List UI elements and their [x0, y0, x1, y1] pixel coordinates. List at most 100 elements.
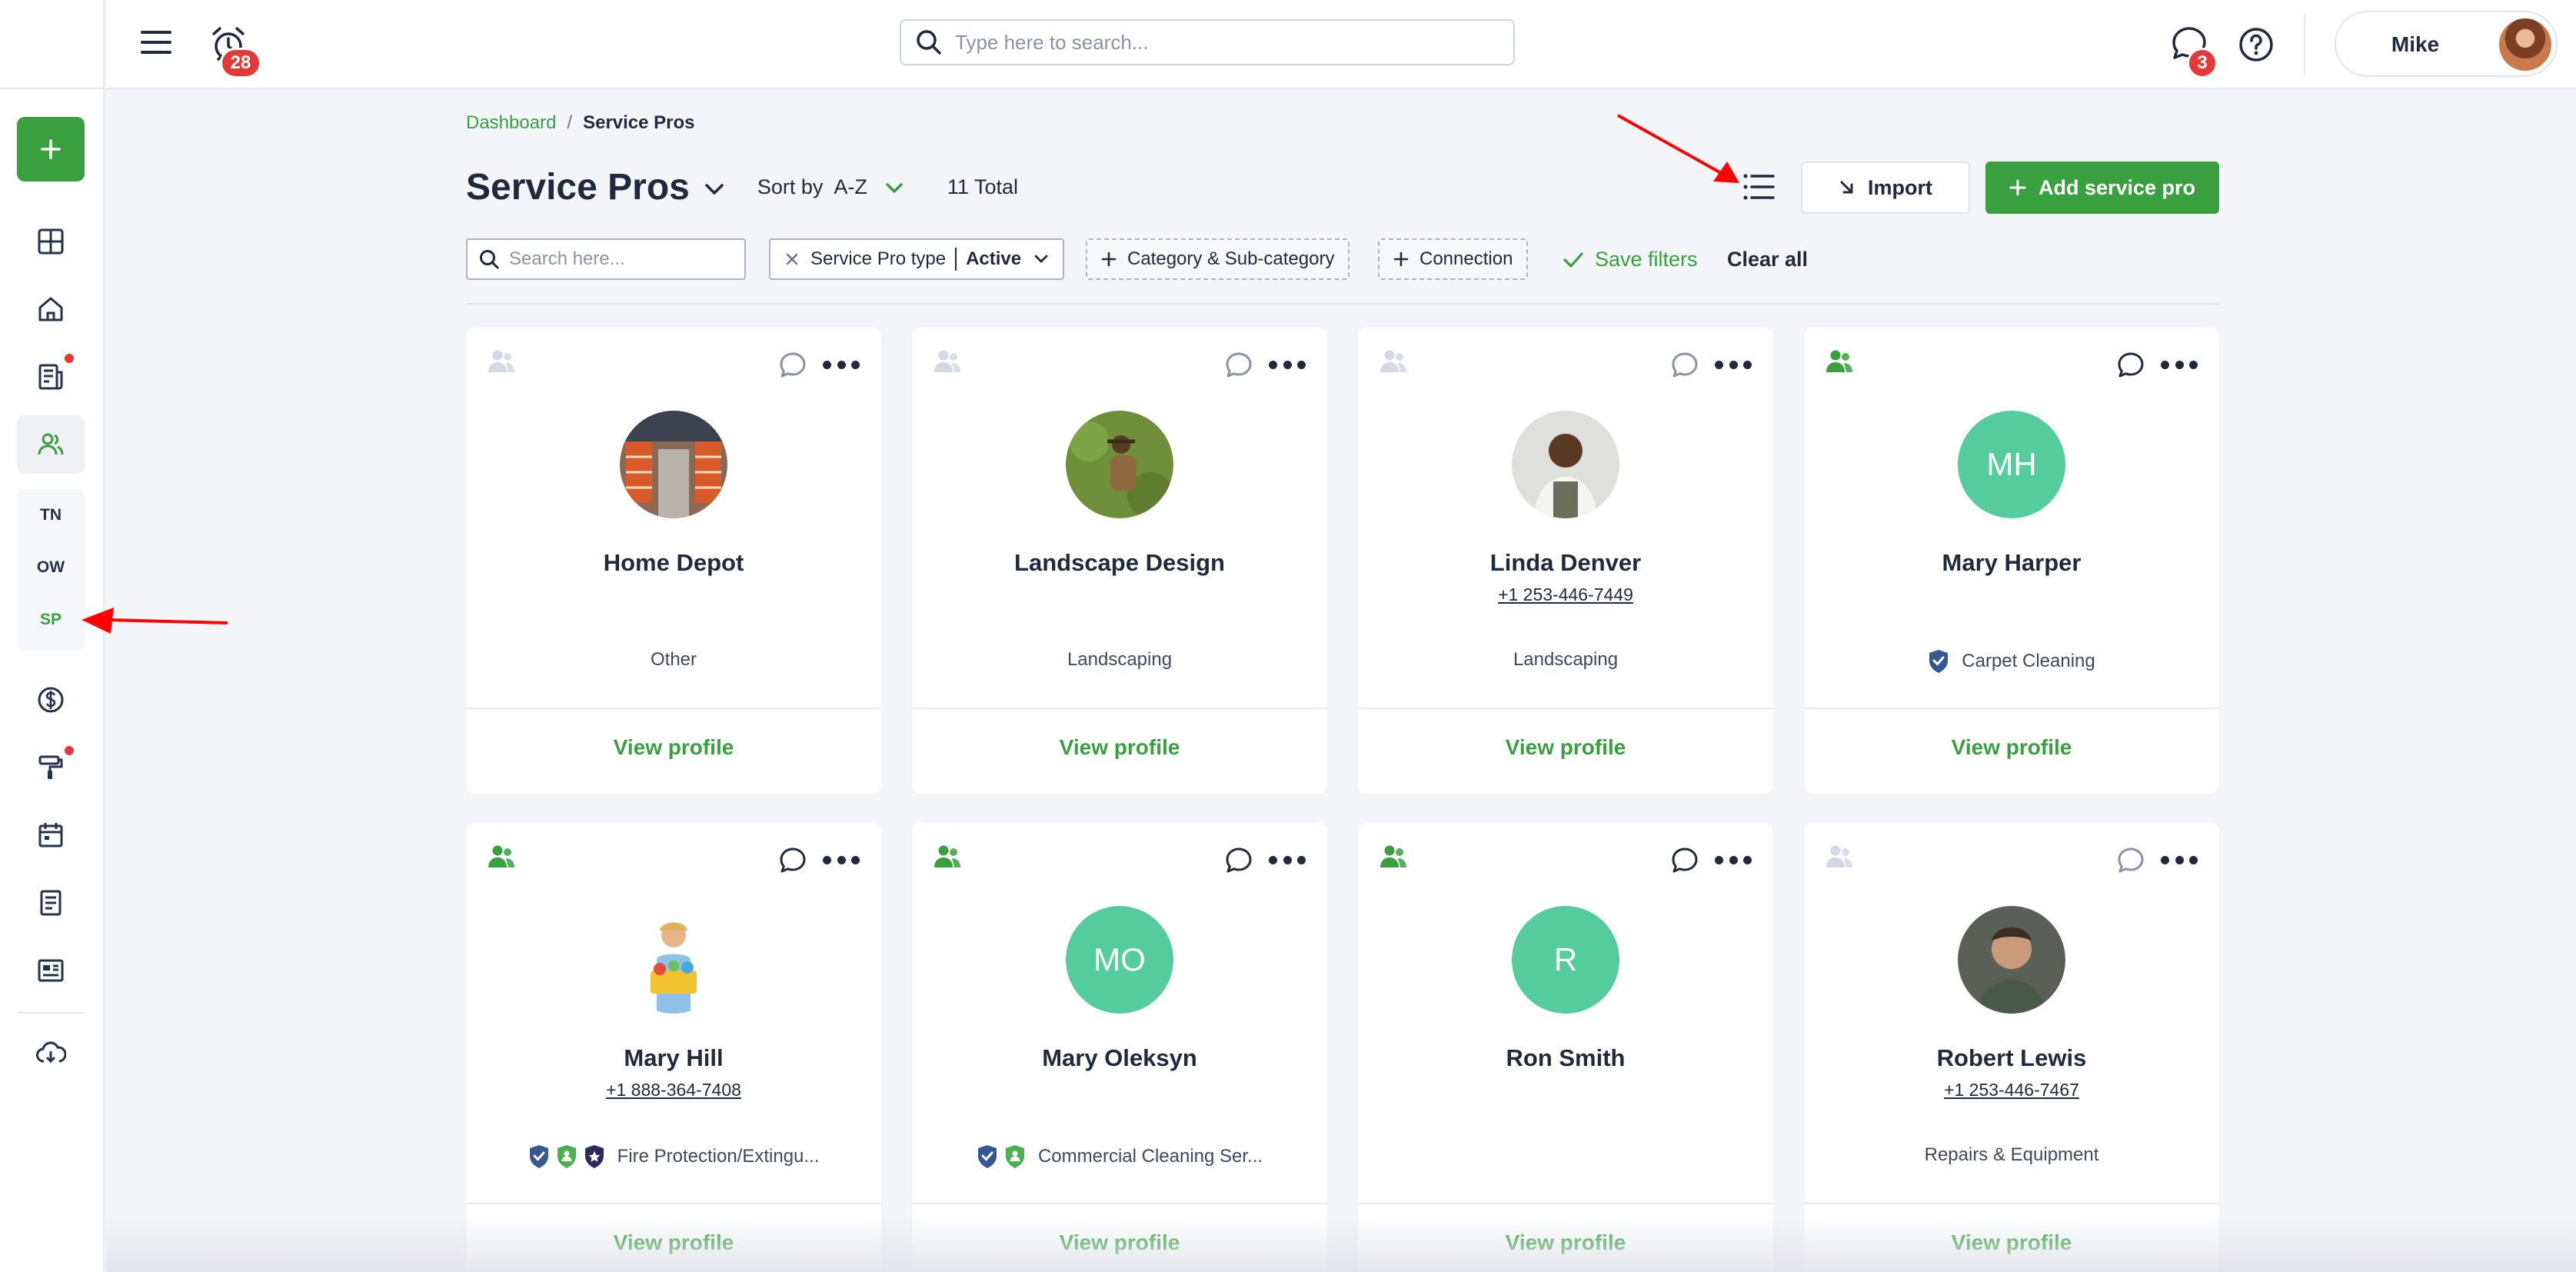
- filter-chip-value: Active: [966, 248, 1022, 269]
- service-pro-name[interactable]: Mary Harper: [1804, 549, 2219, 577]
- list-search-input[interactable]: [509, 248, 740, 270]
- more-options-icon[interactable]: [1269, 844, 1306, 875]
- global-search[interactable]: [900, 19, 1515, 65]
- category-filter-chip[interactable]: Category & Sub-category: [1086, 238, 1350, 280]
- dot: [837, 855, 846, 864]
- view-profile-link[interactable]: View profile: [912, 735, 1327, 760]
- service-pro-card: R Ron Smith View profile: [1358, 823, 1773, 1272]
- save-filters-button[interactable]: Save filters: [1563, 248, 1698, 271]
- sidebar-item-home[interactable]: [17, 280, 85, 338]
- global-search-input[interactable]: [955, 30, 1478, 55]
- service-pro-name[interactable]: Home Depot: [466, 549, 881, 577]
- service-pro-name[interactable]: Mary Hill: [466, 1044, 881, 1072]
- card-divider: [912, 708, 1327, 709]
- left-sidebar: TN OW SP: [0, 0, 105, 1272]
- view-profile-link[interactable]: View profile: [912, 1230, 1327, 1255]
- phone-link[interactable]: +1 253-446-7467: [1804, 1080, 2219, 1101]
- view-profile-link[interactable]: View profile: [1358, 735, 1773, 760]
- more-options-icon[interactable]: [1715, 349, 1752, 380]
- phone-link[interactable]: +1 253-446-7449: [1358, 584, 1773, 605]
- import-button[interactable]: Import: [1801, 161, 1970, 214]
- sidebar-item-reports[interactable]: [17, 348, 85, 406]
- newspaper-icon: [38, 959, 64, 982]
- page-title[interactable]: Service Pros: [466, 166, 690, 208]
- sidebar-item-contacts[interactable]: [17, 415, 85, 474]
- user-menu[interactable]: Mike: [2335, 11, 2558, 77]
- dollar-icon: [38, 687, 64, 713]
- sidebar-sub-ow[interactable]: OW: [17, 543, 85, 592]
- more-options-icon[interactable]: [1269, 349, 1306, 380]
- view-profile-link[interactable]: View profile: [466, 1230, 881, 1255]
- connection-status-icon: [932, 346, 963, 377]
- messages-count-badge: 3: [2187, 48, 2218, 78]
- help-icon[interactable]: [2238, 26, 2275, 63]
- filter-divider: [466, 303, 2219, 305]
- chat-icon[interactable]: [2116, 351, 2145, 380]
- sidebar-item-news[interactable]: [17, 941, 85, 1000]
- chat-icon[interactable]: [778, 351, 807, 380]
- service-pro-card: MO Mary Oleksyn Commercial Cleaning Ser...…: [912, 823, 1327, 1272]
- chevron-down-icon[interactable]: [884, 181, 904, 195]
- sidebar-item-projects[interactable]: [17, 738, 85, 797]
- phone-link[interactable]: +1 888-364-7408: [466, 1080, 881, 1101]
- service-pro-name[interactable]: Mary Oleksyn: [912, 1044, 1327, 1072]
- breadcrumb-separator: /: [567, 112, 573, 133]
- list-view-icon[interactable]: [1741, 169, 1776, 205]
- chat-icon[interactable]: [2116, 846, 2145, 875]
- more-options-icon[interactable]: [1715, 844, 1752, 875]
- report-icon: [38, 364, 63, 390]
- sidebar-item-download[interactable]: [17, 1024, 85, 1083]
- chat-icon[interactable]: [1224, 846, 1253, 875]
- menu-icon[interactable]: [138, 25, 174, 60]
- sidebar-item-dashboard[interactable]: [17, 212, 85, 271]
- service-pro-name[interactable]: Ron Smith: [1358, 1044, 1773, 1072]
- view-profile-link[interactable]: View profile: [1804, 735, 2219, 760]
- top-bar: 28 3 Mike: [106, 0, 2576, 89]
- card-divider: [1804, 1203, 2219, 1204]
- connection-filter-chip[interactable]: Connection: [1378, 238, 1529, 280]
- dot: [2175, 855, 2184, 864]
- service-pro-name[interactable]: Robert Lewis: [1804, 1044, 2219, 1072]
- connection-status-icon: [1824, 346, 1855, 377]
- sort-value[interactable]: A-Z: [834, 175, 867, 199]
- close-icon[interactable]: [784, 251, 800, 267]
- green-badge-icon: [1004, 1144, 1026, 1169]
- add-service-pro-button[interactable]: Add service pro: [1985, 161, 2219, 214]
- chat-icon[interactable]: [1670, 351, 1699, 380]
- chat-icon[interactable]: [1670, 846, 1699, 875]
- service-pro-name[interactable]: Linda Denver: [1358, 549, 1773, 577]
- more-options-icon[interactable]: [2161, 844, 2198, 875]
- service-pro-type-filter[interactable]: Service Pro type Active: [769, 238, 1065, 280]
- sidebar-item-finance[interactable]: [17, 671, 85, 729]
- more-options-icon[interactable]: [2161, 349, 2198, 380]
- chat-icon[interactable]: [1224, 351, 1253, 380]
- chevron-down-icon[interactable]: [704, 181, 725, 197]
- quick-add-button[interactable]: [17, 117, 85, 181]
- chat-icon[interactable]: [778, 846, 807, 875]
- cloud-download-icon: [36, 1041, 66, 1064]
- more-options-icon[interactable]: [823, 844, 860, 875]
- clear-all-button[interactable]: Clear all: [1727, 248, 1808, 271]
- people-icon: [38, 433, 64, 455]
- view-profile-link[interactable]: View profile: [1358, 1230, 1773, 1255]
- sidebar-sub-sp[interactable]: SP: [17, 595, 85, 644]
- category-text: Carpet Cleaning: [1962, 651, 2095, 671]
- view-profile-link[interactable]: View profile: [1804, 1230, 2219, 1255]
- breadcrumb-dashboard-link[interactable]: Dashboard: [466, 112, 556, 134]
- dot: [851, 855, 860, 864]
- more-options-icon[interactable]: [823, 349, 860, 380]
- dot: [1715, 360, 1723, 369]
- sidebar-item-documents[interactable]: [17, 874, 85, 932]
- sidebar-sub-tn[interactable]: TN: [17, 491, 85, 540]
- service-pro-name[interactable]: Landscape Design: [912, 549, 1327, 577]
- avatar: [1958, 906, 2065, 1014]
- dot: [1743, 360, 1752, 369]
- import-label: Import: [1868, 175, 1932, 199]
- filter-bar: Service Pro type Active Category & Sub-c…: [466, 238, 2219, 280]
- service-pro-card: Linda Denver +1 253-446-7449 Landscaping Vi…: [1358, 328, 1773, 794]
- dot: [823, 855, 831, 864]
- list-search[interactable]: [466, 238, 746, 280]
- view-profile-link[interactable]: View profile: [466, 735, 881, 760]
- sidebar-item-calendar[interactable]: [17, 806, 85, 864]
- save-filters-label: Save filters: [1595, 248, 1698, 271]
